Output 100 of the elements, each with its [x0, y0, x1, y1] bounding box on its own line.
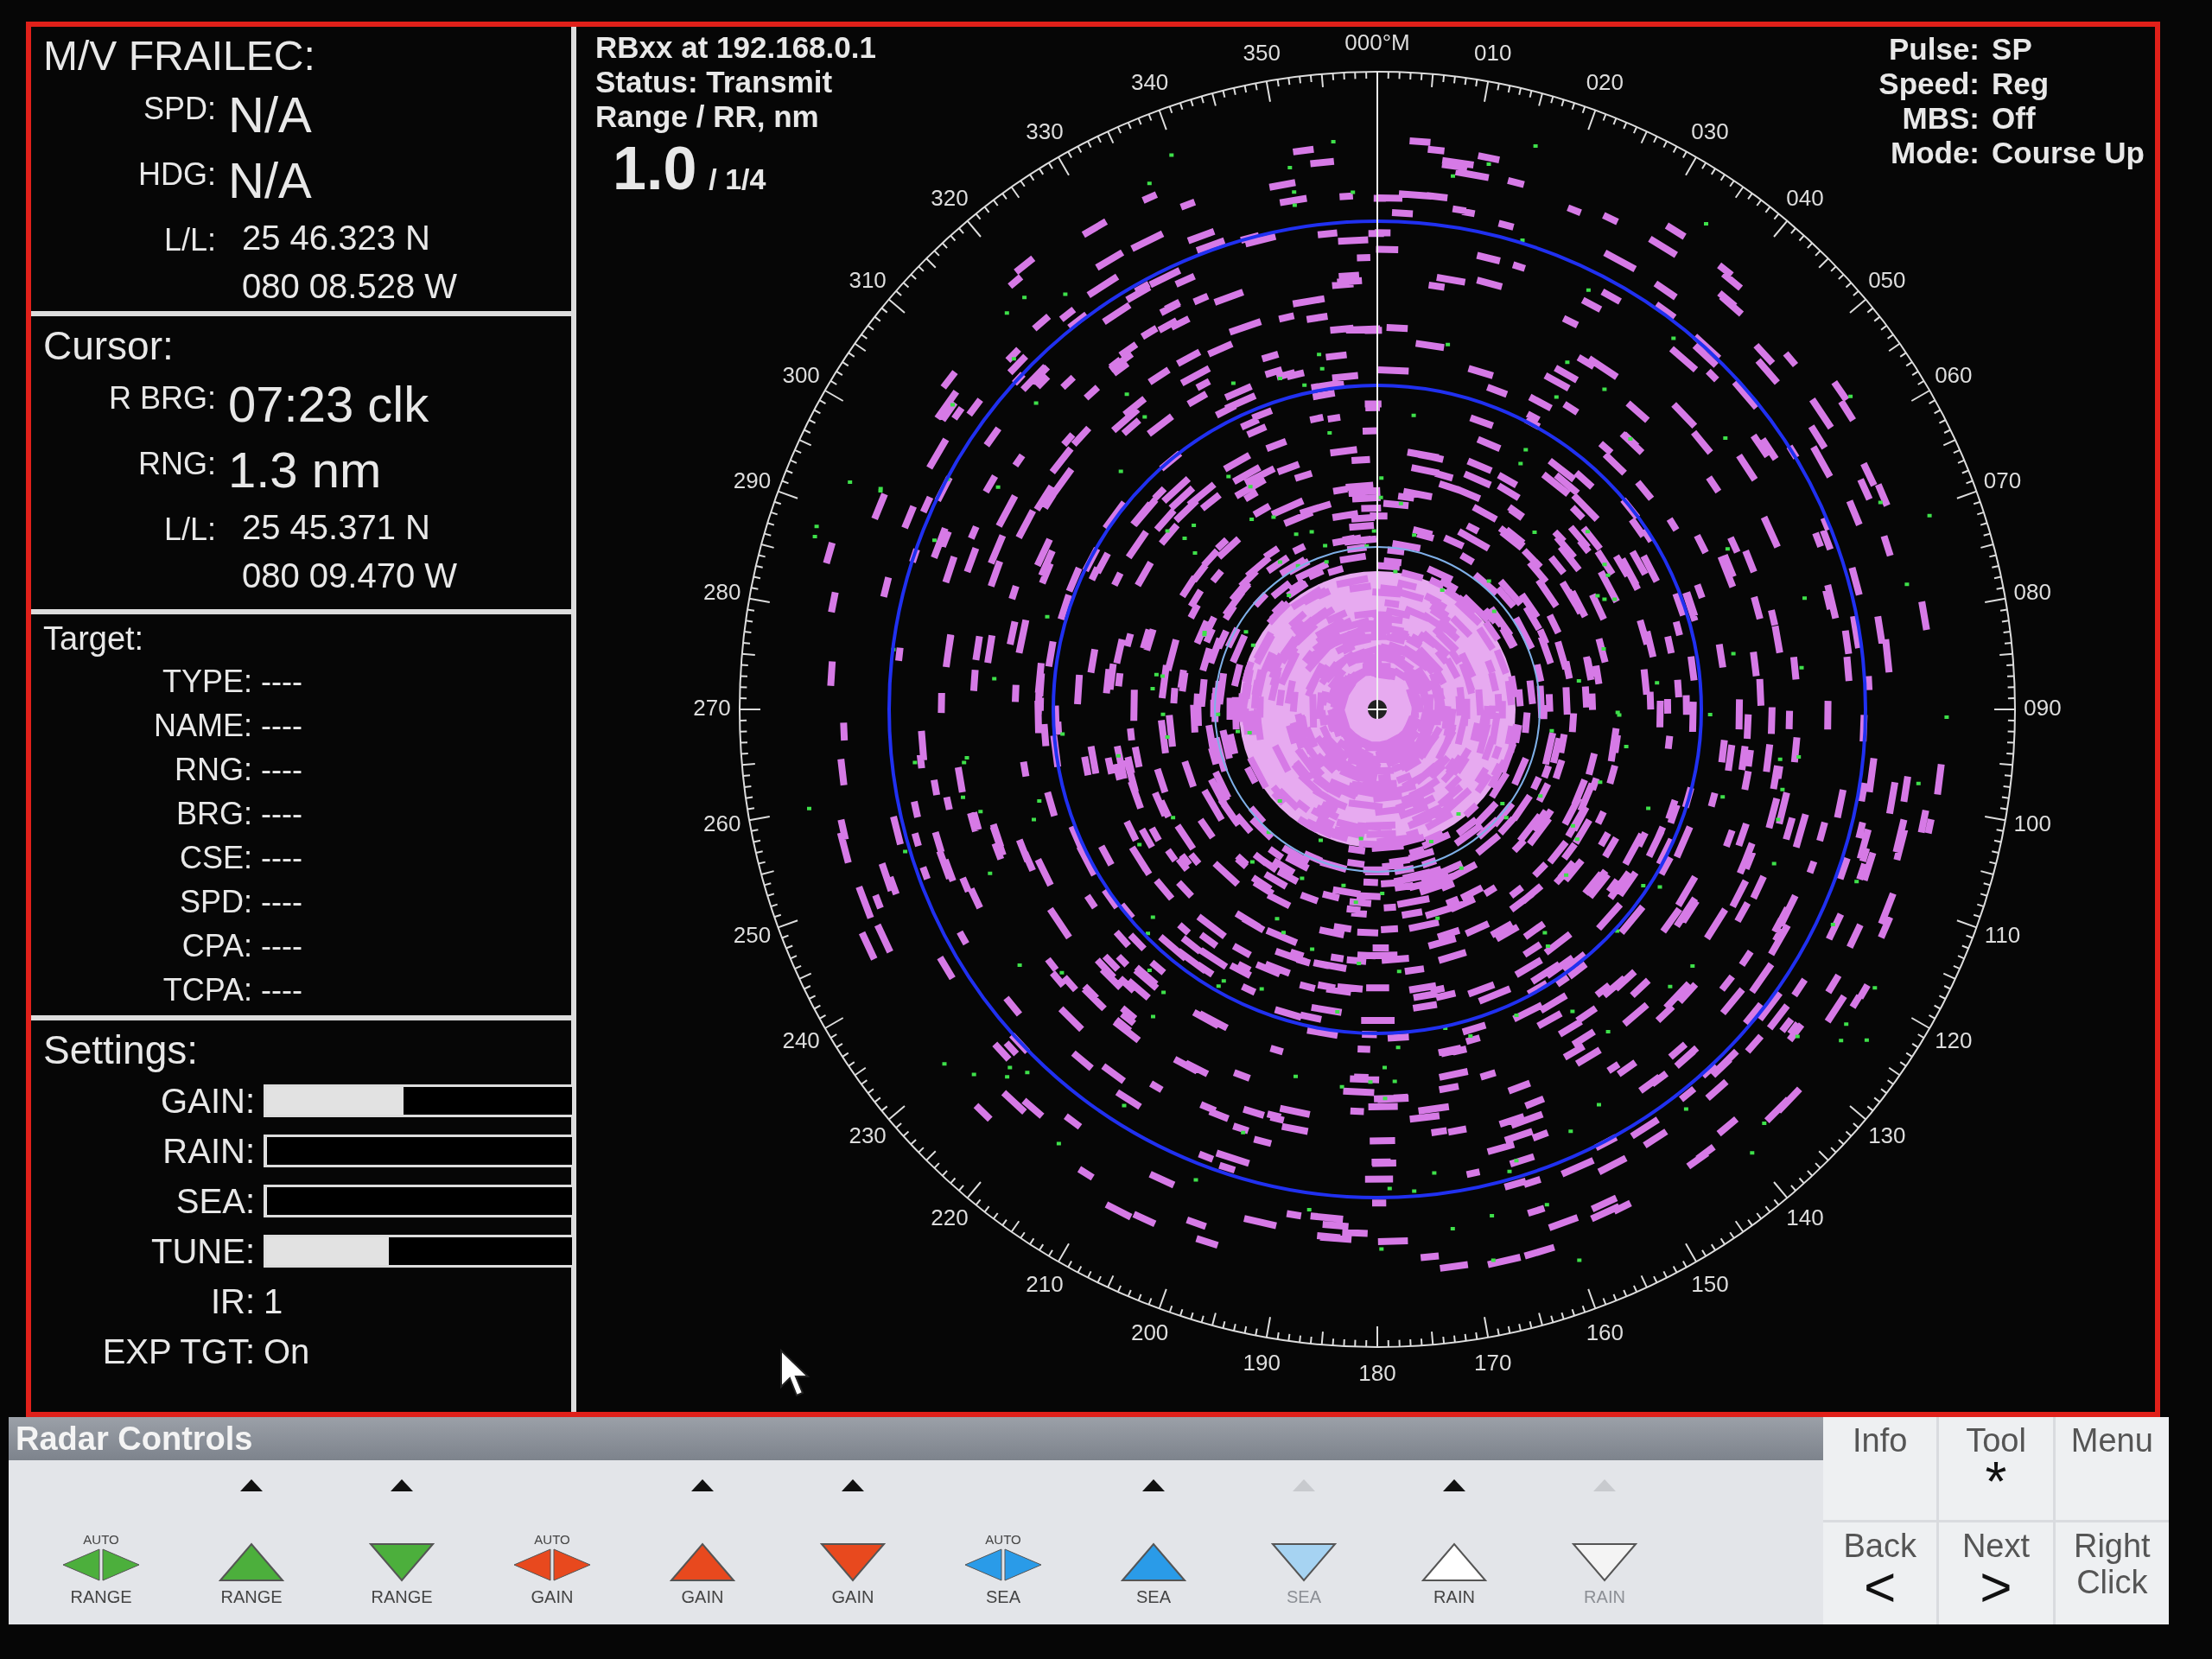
radar-control-button[interactable]: GAIN — [627, 1460, 778, 1624]
radar-control-button[interactable]: SEA — [1078, 1460, 1229, 1624]
caret-icon — [1441, 1478, 1467, 1493]
radar-control-button[interactable]: AUTO SEA — [928, 1460, 1078, 1624]
status-value: SP — [1992, 32, 2033, 67]
bearing-label: 130 — [1868, 1122, 1906, 1148]
target-field: RNG: ---- — [175, 747, 302, 791]
radar-info: Range / RR, nm — [595, 99, 820, 134]
bearing-label: 210 — [1026, 1270, 1064, 1297]
radar-control-button[interactable]: GAIN — [778, 1460, 928, 1624]
caret-icon — [1291, 1478, 1317, 1493]
bearing-label: 110 — [1984, 922, 2021, 949]
nav-button[interactable]: Info — [1823, 1417, 1937, 1520]
radar-control-button[interactable]: RAIN — [1379, 1460, 1529, 1624]
target-field: TYPE: ---- — [162, 659, 302, 703]
status-value: Reg — [1992, 67, 2050, 101]
field-label: RAIN: — [162, 1131, 255, 1171]
field-value: N/A — [228, 151, 313, 210]
status-label: MBS: — [1901, 101, 1980, 136]
bearing-label: 010 — [1474, 39, 1512, 66]
nav-button[interactable]: Menu — [2055, 1417, 2169, 1520]
field-label: HDG: — [138, 156, 216, 194]
field-value: 080 09.470 W — [241, 556, 459, 596]
status-value: Course Up — [1992, 136, 2145, 170]
status-label: Mode: — [1890, 136, 1980, 170]
bearing-label: 100 — [2013, 810, 2051, 836]
status-value: Off — [1992, 101, 2037, 136]
field-value: 080 08.528 W — [241, 266, 459, 307]
bearing-label: 330 — [1026, 118, 1064, 145]
field-label: R BRG: — [109, 379, 216, 417]
radar-info: RBxx at 192.168.0.1 — [595, 30, 876, 65]
target-field: CSE: ---- — [180, 836, 302, 880]
field-value: On — [264, 1332, 311, 1371]
vessel-name: M/V FRAILEC: — [43, 32, 316, 80]
caret-icon — [238, 1478, 264, 1493]
section-title: Cursor: — [43, 322, 175, 370]
section-title: Target: — [43, 620, 145, 658]
nav-button[interactable]: Tool * — [1939, 1417, 2053, 1520]
radar-control-button[interactable]: AUTO RANGE — [26, 1460, 176, 1624]
bearing-label: 290 — [733, 467, 772, 493]
bearing-label: 230 — [849, 1122, 887, 1148]
caret-icon — [1141, 1478, 1166, 1493]
caret-icon — [1592, 1478, 1618, 1493]
field-label: IR: — [210, 1281, 255, 1321]
target-field: SPD: ---- — [180, 880, 302, 924]
caret-icon — [690, 1478, 715, 1493]
field-value: 1.3 nm — [228, 441, 383, 499]
bearing-label: 020 — [1586, 69, 1624, 96]
target-field: BRG: ---- — [176, 791, 302, 836]
bearing-label: 060 — [1935, 361, 1973, 388]
field-value: 07:23 clk — [228, 375, 430, 434]
own-ship-icon — [1367, 699, 1388, 720]
bearing-label: 170 — [1474, 1350, 1512, 1376]
field-label: SEA: — [175, 1181, 255, 1221]
bearing-label: 310 — [849, 266, 887, 293]
bearing-label: 190 — [1243, 1350, 1281, 1376]
field-value: 25 45.371 N — [241, 507, 431, 548]
radar-control-button[interactable]: RANGE — [176, 1460, 327, 1624]
bearing-label: 220 — [931, 1204, 969, 1230]
field-value: 25 46.323 N — [241, 218, 431, 258]
field-value: N/A — [228, 86, 313, 144]
target-field: NAME: ---- — [154, 703, 302, 747]
status-label: Speed: — [1878, 67, 1980, 101]
radar-control-button[interactable]: RANGE — [327, 1460, 477, 1624]
bearing-label: 090 — [2024, 694, 2062, 721]
bearing-label: 300 — [782, 361, 820, 388]
caret-icon — [389, 1478, 415, 1493]
bearing-label: 180 — [1358, 1359, 1396, 1386]
bearing-label: 260 — [703, 810, 741, 836]
bearing-label: 150 — [1691, 1270, 1729, 1297]
bearing-label: 340 — [1130, 69, 1169, 96]
field-label: SPD: — [143, 90, 216, 128]
bearing-label: 120 — [1935, 1027, 1973, 1053]
panel-title: Radar Controls — [9, 1417, 1823, 1460]
nav-button[interactable]: Next > — [1939, 1522, 2053, 1624]
bearing-label: 050 — [1868, 266, 1906, 293]
bearing-label: 070 — [1983, 467, 2022, 493]
bearing-label: 250 — [733, 922, 772, 949]
field-label: L/L: — [163, 511, 216, 549]
bearing-label: 320 — [931, 185, 969, 211]
radar-control-button[interactable]: AUTO GAIN — [477, 1460, 627, 1624]
nav-button[interactable]: Back < — [1823, 1522, 1937, 1624]
range-ring-value: / 1/4 — [709, 162, 766, 196]
bearing-label: 270 — [693, 694, 731, 721]
bearing-label: 000°M — [1344, 29, 1410, 55]
target-field: CPA: ---- — [181, 924, 302, 968]
field-label: L/L: — [163, 221, 216, 259]
bearing-label: 240 — [782, 1027, 820, 1053]
range-value: 1.0 — [613, 134, 697, 203]
section-title: Settings: — [43, 1027, 199, 1074]
caret-icon — [840, 1478, 866, 1493]
field-label: EXP TGT: — [102, 1332, 255, 1371]
field-label: GAIN: — [161, 1081, 255, 1121]
target-field: TCPA: ---- — [162, 968, 302, 1012]
bearing-label: 140 — [1786, 1204, 1824, 1230]
field-value: 1 — [264, 1281, 284, 1321]
bearing-label: 200 — [1130, 1319, 1169, 1346]
nav-button[interactable]: Right Click — [2055, 1522, 2169, 1624]
field-label: TUNE: — [151, 1231, 255, 1271]
field-label: RNG: — [138, 445, 216, 483]
